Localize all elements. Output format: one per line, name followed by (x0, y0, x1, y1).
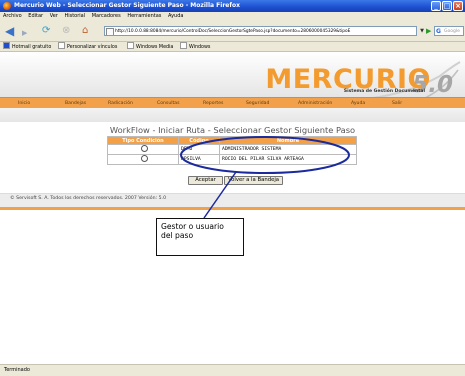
callout-box: Gestor o usuario del paso (156, 218, 244, 256)
highlight-ellipse (180, 136, 350, 174)
callout-line-1: Gestor o usuario (161, 222, 224, 231)
status-text: Terminado (4, 367, 30, 373)
callout-pointer (203, 171, 237, 219)
callout-line-2: del paso (161, 231, 194, 240)
callout-annotation (180, 136, 350, 219)
status-bar: Terminado (0, 364, 465, 376)
